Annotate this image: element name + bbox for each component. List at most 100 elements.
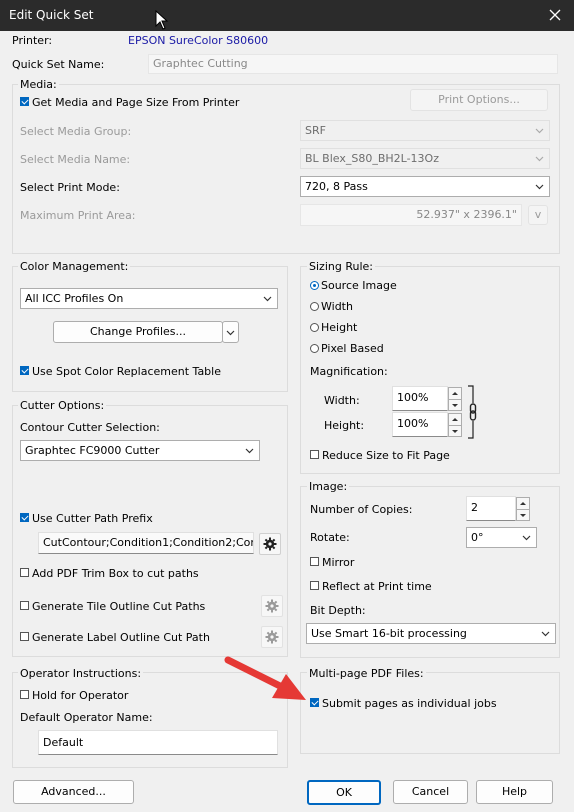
sizing-rule-title: Sizing Rule:: [307, 260, 375, 273]
multipage-pdf-group: [300, 672, 560, 754]
label-outline-label: Generate Label Outline Cut Path: [32, 631, 210, 644]
sizing-option-pixel-based-radio[interactable]: [310, 344, 319, 353]
window-title: Edit Quick Set: [9, 8, 94, 22]
gear-icon: [263, 537, 277, 551]
mirror-checkbox[interactable]: [310, 557, 319, 566]
multipage-pdf-title: Multi-page PDF Files:: [307, 667, 426, 680]
media-group-select[interactable]: SRF: [300, 120, 550, 141]
arrow-down-icon[interactable]: [449, 400, 461, 411]
tile-outline-checkbox[interactable]: [20, 601, 29, 610]
print-mode-value: 720, 8 Pass: [305, 180, 368, 193]
cutter-prefix-settings-button[interactable]: [259, 533, 281, 555]
arrow-up-icon[interactable]: [449, 388, 461, 399]
max-print-area-button[interactable]: v: [528, 205, 548, 225]
tile-outline-label: Generate Tile Outline Cut Paths: [32, 600, 206, 613]
default-operator-name-field[interactable]: Default: [38, 730, 278, 755]
number-of-copies-field[interactable]: 2: [466, 496, 516, 521]
mirror-label: Mirror: [322, 556, 355, 569]
sizing-option-width: Width: [321, 300, 353, 313]
quick-set-name-field[interactable]: Graphtec Cutting: [148, 54, 558, 74]
title-bar: Edit Quick Set: [0, 0, 574, 31]
printer-label: Printer:: [12, 34, 53, 47]
rotate-select[interactable]: 0°: [466, 527, 537, 548]
bit-depth-label: Bit Depth:: [310, 604, 366, 617]
chevron-down-icon: [535, 156, 544, 162]
max-print-area-field: 52.937" x 2396.1": [300, 204, 522, 226]
spot-color-checkbox[interactable]: [20, 366, 29, 375]
operator-instructions-title: Operator Instructions:: [18, 667, 144, 680]
chevron-down-icon: [226, 330, 235, 336]
chevron-down-icon: [263, 296, 272, 302]
hold-for-operator-checkbox[interactable]: [20, 690, 29, 699]
gear-icon: [265, 599, 279, 613]
submit-individual-jobs-label: Submit pages as individual jobs: [322, 697, 497, 710]
media-name-value: BL Blex_S80_BH2L-13Oz: [305, 152, 439, 165]
magnification-height-spinner[interactable]: [448, 413, 462, 437]
contour-cutter-select[interactable]: Graphtec FC9000 Cutter: [20, 440, 260, 461]
add-trim-box-label: Add PDF Trim Box to cut paths: [32, 567, 199, 580]
chevron-down-icon: [541, 631, 550, 637]
gear-icon: [265, 630, 279, 644]
color-profile-select[interactable]: All ICC Profiles On: [20, 288, 278, 309]
sizing-option-width-radio[interactable]: [310, 302, 319, 311]
advanced-button[interactable]: Advanced...: [13, 780, 134, 804]
chevron-down-icon: [245, 448, 254, 454]
reduce-to-fit-checkbox[interactable]: [310, 450, 319, 459]
cutter-prefix-checkbox[interactable]: [20, 513, 29, 522]
bit-depth-value: Use Smart 16-bit processing: [311, 627, 467, 640]
magnification-width-spinner[interactable]: [448, 387, 462, 411]
cutter-prefix-field[interactable]: CutContour;Condition1;Condition2;Conditi…: [38, 532, 254, 554]
media-name-select[interactable]: BL Blex_S80_BH2L-13Oz: [300, 148, 550, 169]
help-button[interactable]: Help: [476, 780, 553, 804]
mouse-cursor-icon: [155, 10, 169, 30]
cutter-options-title: Cutter Options:: [18, 399, 107, 412]
label-outline-checkbox[interactable]: [20, 632, 29, 641]
label-outline-settings-button[interactable]: [261, 626, 283, 648]
reflect-checkbox[interactable]: [310, 581, 319, 590]
magnification-width-label: Width:: [324, 394, 360, 407]
number-of-copies-spinner[interactable]: [516, 497, 530, 521]
change-profiles-dropdown[interactable]: [222, 321, 239, 343]
get-media-checkbox[interactable]: [20, 97, 29, 106]
add-trim-box-checkbox[interactable]: [20, 568, 29, 577]
sizing-option-height-radio[interactable]: [310, 323, 319, 332]
arrow-up-icon[interactable]: [517, 498, 529, 509]
color-management-title: Color Management:: [18, 260, 131, 273]
media-name-label: Select Media Name:: [20, 153, 131, 166]
sizing-option-source-image: Source Image: [321, 279, 397, 292]
magnification-height-field[interactable]: 100%: [392, 412, 448, 437]
reflect-label: Reflect at Print time: [322, 580, 432, 593]
cancel-button[interactable]: Cancel: [393, 780, 468, 804]
color-profile-value: All ICC Profiles On: [25, 292, 124, 305]
print-options-button[interactable]: Print Options...: [410, 89, 548, 111]
hold-for-operator-label: Hold for Operator: [32, 689, 129, 702]
quick-set-name-label: Quick Set Name:: [12, 58, 105, 71]
rotate-label: Rotate:: [310, 531, 350, 544]
arrow-down-icon[interactable]: [517, 510, 529, 521]
media-group-value: SRF: [305, 124, 326, 137]
print-mode-label: Select Print Mode:: [20, 181, 120, 194]
max-print-area-label: Maximum Print Area:: [20, 209, 136, 222]
media-group-title: Media:: [18, 78, 59, 91]
magnification-width-field[interactable]: 100%: [392, 386, 448, 411]
image-group-title: Image:: [307, 480, 350, 493]
close-icon[interactable]: [544, 4, 566, 26]
sizing-option-source-image-radio[interactable]: [310, 281, 319, 290]
contour-cutter-value: Graphtec FC9000 Cutter: [25, 444, 160, 457]
contour-cutter-label: Contour Cutter Selection:: [20, 421, 160, 434]
default-operator-name-label: Default Operator Name:: [20, 711, 153, 724]
arrow-up-icon[interactable]: [449, 414, 461, 425]
chevron-down-icon: [535, 184, 544, 190]
sizing-option-height: Height: [321, 321, 358, 334]
spot-color-label: Use Spot Color Replacement Table: [32, 365, 221, 378]
tile-outline-settings-button[interactable]: [261, 595, 283, 617]
link-aspect-ratio-icon[interactable]: [466, 385, 480, 439]
arrow-down-icon[interactable]: [449, 426, 461, 437]
get-media-label: Get Media and Page Size From Printer: [32, 96, 240, 109]
printer-name: EPSON SureColor S80600: [128, 34, 269, 47]
change-profiles-button[interactable]: Change Profiles...: [53, 321, 223, 343]
bit-depth-select[interactable]: Use Smart 16-bit processing: [306, 623, 556, 644]
print-mode-select[interactable]: 720, 8 Pass: [300, 176, 550, 197]
ok-button[interactable]: OK: [307, 780, 381, 805]
sizing-option-pixel-based: Pixel Based: [321, 342, 384, 355]
